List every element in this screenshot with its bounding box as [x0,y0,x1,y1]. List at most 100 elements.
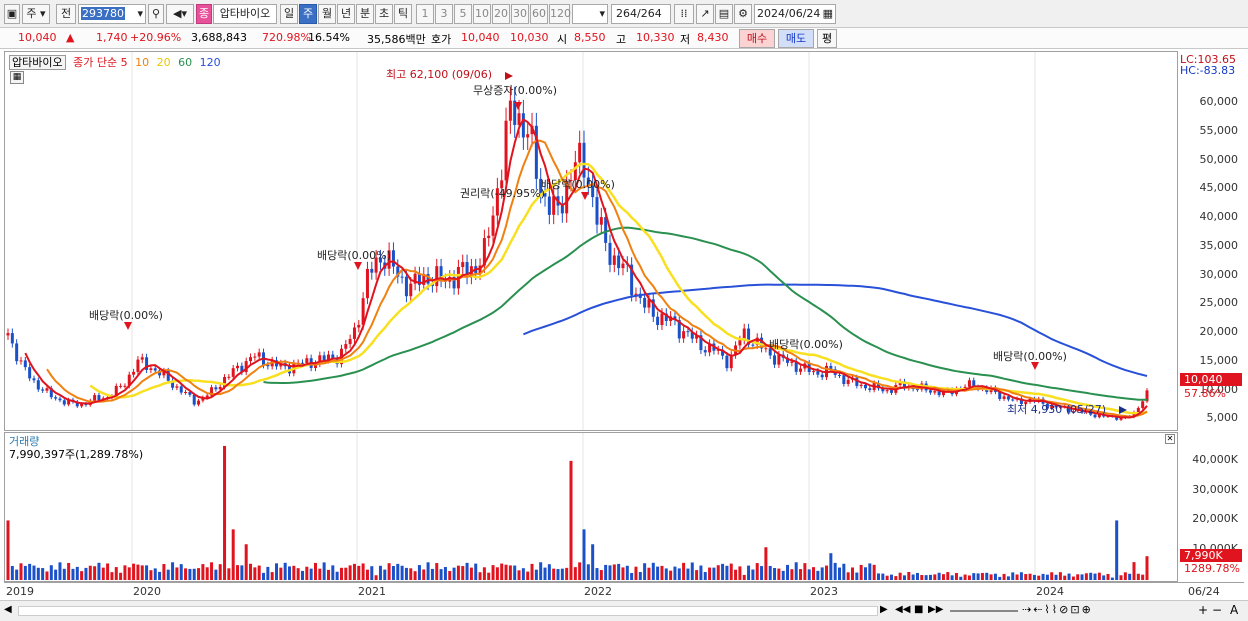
minute-button-120[interactable]: 120 [549,4,571,24]
ma-120-label[interactable]: 120 [200,56,221,69]
close-icon[interactable]: ✕ [1165,434,1175,444]
sound-icon[interactable]: ◀▾ [166,4,194,24]
volume-bar [1067,573,1071,580]
volume-bar [1002,573,1006,580]
candle-body [400,276,404,278]
layout-icon[interactable]: ▣ [4,4,20,24]
font-size-icon[interactable]: A [1230,603,1238,617]
volume-bar [36,567,40,580]
category-badge[interactable]: 종 [196,4,212,24]
volume-bar [15,569,19,580]
stock-code-input[interactable]: 293780 ▾ [78,4,146,24]
interval-button-0[interactable]: 일 [280,4,298,24]
volume-bar [396,563,400,580]
ma-60-label[interactable]: 60 [178,56,192,69]
rewind-icon[interactable]: ◀◀ [895,604,910,615]
minute-button-60[interactable]: 60 [530,4,548,24]
volume-bar [1037,575,1041,580]
candle-body [491,215,495,236]
volume-bar [409,568,413,580]
volume-bar [534,569,538,580]
buy-button[interactable]: 매수 [739,29,775,48]
interval-button-6[interactable]: 틱 [394,4,412,24]
minute-button-5[interactable]: 5 [454,4,472,24]
low-price: 8,430 [697,31,729,44]
candle-body [236,365,240,369]
minute-button-10[interactable]: 10 [473,4,491,24]
grid-icon[interactable]: ⁞⁞ [674,4,694,24]
gear-icon[interactable]: ⚙ [734,4,752,24]
table-icon[interactable]: ▦ [10,71,24,84]
stop-icon[interactable]: ■ [914,604,923,615]
volume-bar [197,568,201,580]
volume-bar [552,568,556,580]
price-chart-svg[interactable] [5,52,1177,430]
scroll-track[interactable] [18,606,878,616]
ma-title[interactable]: 종가 단순 5 [73,56,127,69]
volume-bar [712,567,716,580]
volume-bar [855,572,859,580]
zoom-out-icon[interactable]: − [1212,603,1222,617]
candle-body [184,391,188,393]
ma-10-label[interactable]: 10 [135,56,149,69]
draw-icon[interactable]: ↗ [696,4,714,24]
up-arrow-icon: ▲ [66,31,75,44]
prev-button[interactable]: 전 [56,4,76,24]
x-tick-label: 2020 [133,585,161,598]
volume-bar [313,562,317,580]
volume-pct-tag: 1289.78% [1184,562,1240,575]
chevron-down-icon[interactable]: ▾ [137,5,143,23]
scroll-left-icon[interactable]: ◀ [4,604,12,615]
volume-bar [846,572,850,580]
volume-tag: 7,990K [1180,549,1242,562]
volume-bar [62,568,66,580]
ma-20-label[interactable]: 20 [157,56,171,69]
candle-body [10,333,14,344]
candle-body [391,250,395,267]
volume-bar [28,563,32,580]
zoom-in-icon[interactable]: + [1198,603,1208,617]
volume-bar [1128,573,1132,580]
volume-bar [799,569,803,580]
count-field[interactable]: 264/264 [611,4,671,24]
calendar-icon[interactable]: ▦ [823,5,833,23]
volume-bar [547,564,551,580]
volume-chart-panel[interactable]: 거래량 7,990,397주(1,289.78%) ✕ [4,432,1178,582]
save-icon[interactable]: ▤ [715,4,733,24]
volume-chart-svg[interactable] [5,433,1177,581]
scroll-right-icon[interactable]: ▶ [880,604,888,615]
period-type-dropdown[interactable]: 주 ▾ [22,4,50,24]
minute-button-1[interactable]: 1 [416,4,434,24]
tool-icons[interactable]: ⇢⇠⌇⌇⊘⊡⊕ [1022,603,1093,616]
date-field[interactable]: 2024/06/24 ▦ [754,4,836,24]
volume-bar [404,567,408,580]
candle-body [97,395,101,401]
interval-button-3[interactable]: 년 [337,4,355,24]
price-chart-panel[interactable]: 압타바이오 종가 단순 5 10 20 60 120 ▦ 최고 62,100 (… [4,51,1178,431]
candle-body [175,386,179,388]
interval-button-4[interactable]: 분 [356,4,374,24]
volume-bar [513,565,517,580]
volume-bar [907,572,911,580]
interval-button-5[interactable]: 초 [375,4,393,24]
volume-bar [829,553,833,580]
forward-icon[interactable]: ▶▶ [928,604,943,615]
interval-button-1[interactable]: 주 [299,4,317,24]
volume-bar [487,572,491,580]
stock-label[interactable]: 압타바이오 [9,55,66,70]
volume-bar [734,569,738,580]
interval-button-2[interactable]: 월 [318,4,336,24]
minute-button-30[interactable]: 30 [511,4,529,24]
zoom-slider[interactable] [950,610,1018,612]
candle-body [348,338,352,345]
annotation-div-2023: 배당락(0.00%) [993,350,1067,363]
candle-body [599,217,603,225]
minute-button-3[interactable]: 3 [435,4,453,24]
sell-button[interactable]: 매도 [778,29,814,48]
minute-custom-dropdown[interactable]: ▾ [572,4,608,24]
eval-button[interactable]: 평 [817,29,837,48]
volume-bar [352,563,356,580]
minute-button-20[interactable]: 20 [492,4,510,24]
search-icon[interactable]: ⚲ [148,4,164,24]
stock-name-field[interactable]: 압타바이오 [213,4,277,24]
